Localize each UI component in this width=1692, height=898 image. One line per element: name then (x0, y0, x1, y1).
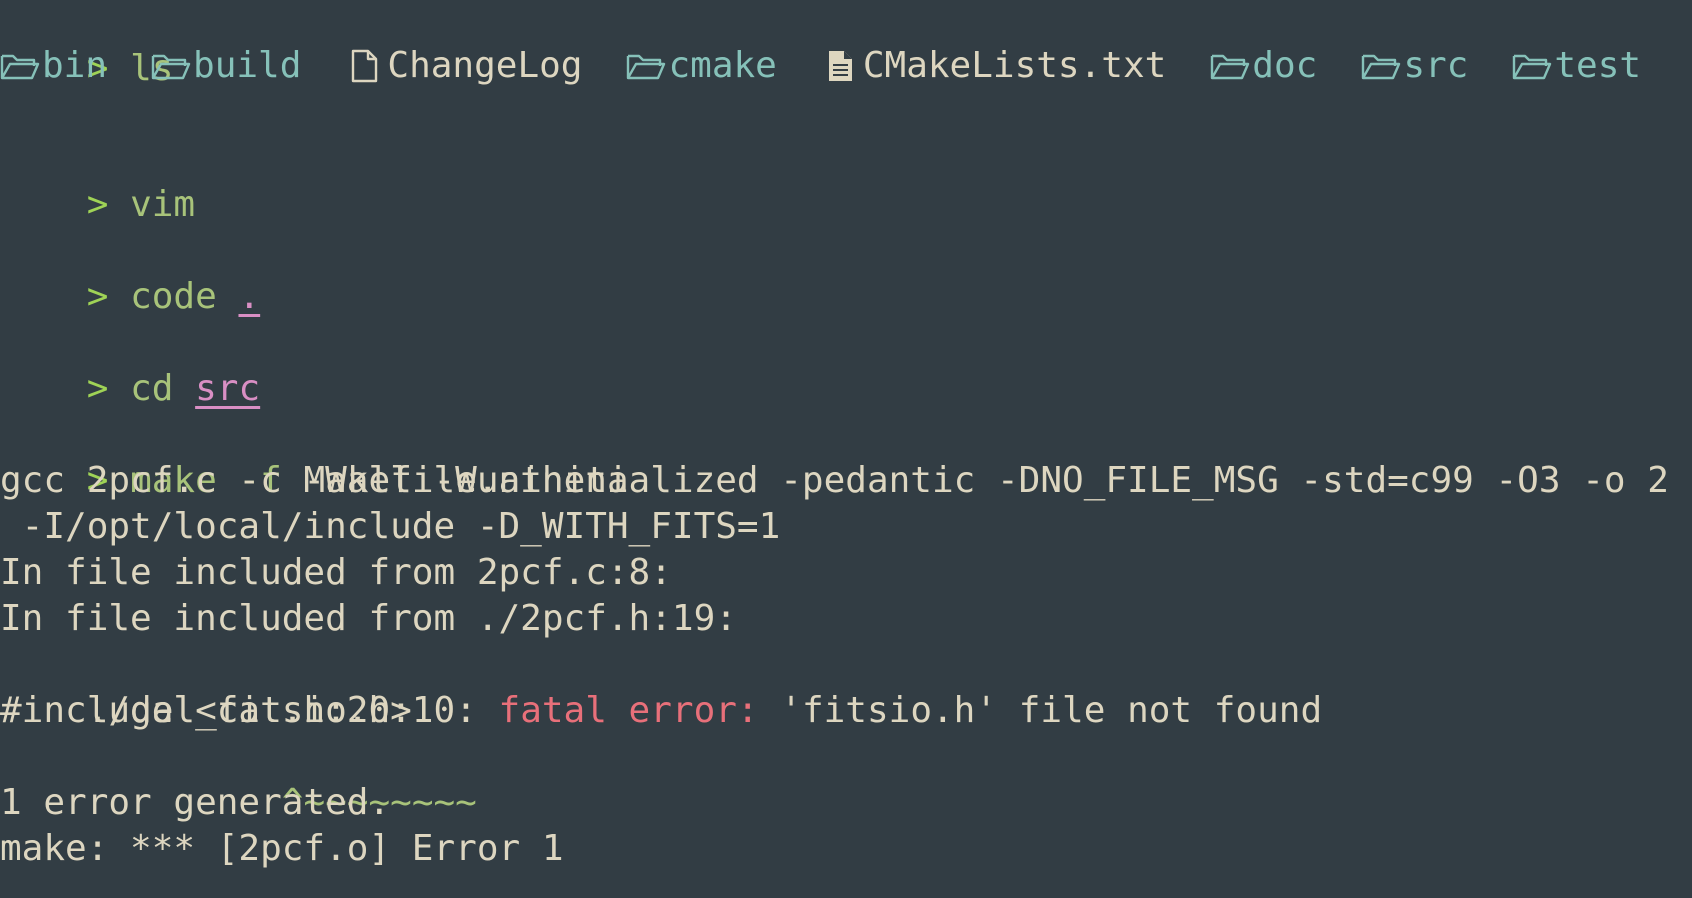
ls-entry: doc (1210, 43, 1317, 89)
prompt-line-make: > make -f Makefile.athena (0, 412, 629, 501)
ls-entry: bin (0, 43, 107, 89)
prompt-symbol: > (86, 368, 109, 409)
output-gcc-line: gcc 2pcf.c -c -Wall -Wuninitialized -ped… (0, 460, 1669, 501)
prompt-line-code: > code . (0, 228, 260, 317)
ls-entry: test (1512, 43, 1641, 89)
folder-icon (0, 54, 40, 80)
folder-icon (627, 54, 666, 80)
folder-icon (1362, 54, 1401, 80)
text-file-icon (828, 51, 852, 81)
output-make-error: make: *** [2pcf.o] Error 1 (0, 828, 564, 869)
folder-icon (151, 54, 191, 80)
ls-entry: CMakeLists.txt (821, 43, 1166, 89)
output-caret-line: ^~~~~~~~~ (0, 734, 477, 823)
error-message: 'fitsio.h' file not found (758, 690, 1323, 731)
prompt-line-vim: > vim (0, 136, 195, 225)
prompt-line-cd: > cd src (0, 320, 260, 409)
folder-icon (1513, 54, 1552, 80)
output-include-line: #include <fitsio.h> (0, 690, 412, 731)
prompt-symbol: > (86, 184, 109, 225)
folder-icon (1211, 54, 1250, 80)
path-argument[interactable]: src (195, 368, 260, 409)
command-name: vim (130, 184, 196, 225)
path-argument[interactable]: . (238, 276, 260, 317)
file-icon (352, 49, 378, 83)
output-included-from-2: In file included from ./2pcf.h:19: (0, 598, 737, 639)
ls-entry: cmake (626, 43, 777, 89)
command-name: cd (130, 368, 174, 409)
error-label: fatal error: (498, 690, 759, 731)
prompt-line-ls: > ls (0, 0, 174, 89)
output-summary: 1 error generated. (0, 782, 391, 823)
ls-output: bin build ChangeLog cmake CMakeLists.txt… (0, 43, 1685, 89)
output-error-line: ./gal_cat.h:20:10: fatal error: 'fitsio.… (0, 642, 1322, 731)
output-gcc-line-continued: -I/opt/local/include -D_WITH_FITS=1 (0, 506, 781, 547)
terminal-window[interactable]: > ls bin build ChangeLog cmake CMakeList… (0, 0, 1692, 898)
ls-entry: ChangeLog (345, 43, 582, 89)
ls-entry: src (1361, 43, 1468, 89)
output-included-from-1: In file included from 2pcf.c:8: (0, 552, 672, 593)
command-name: code (130, 276, 217, 317)
ls-entry: build (151, 43, 301, 89)
prompt-symbol: > (86, 276, 109, 317)
